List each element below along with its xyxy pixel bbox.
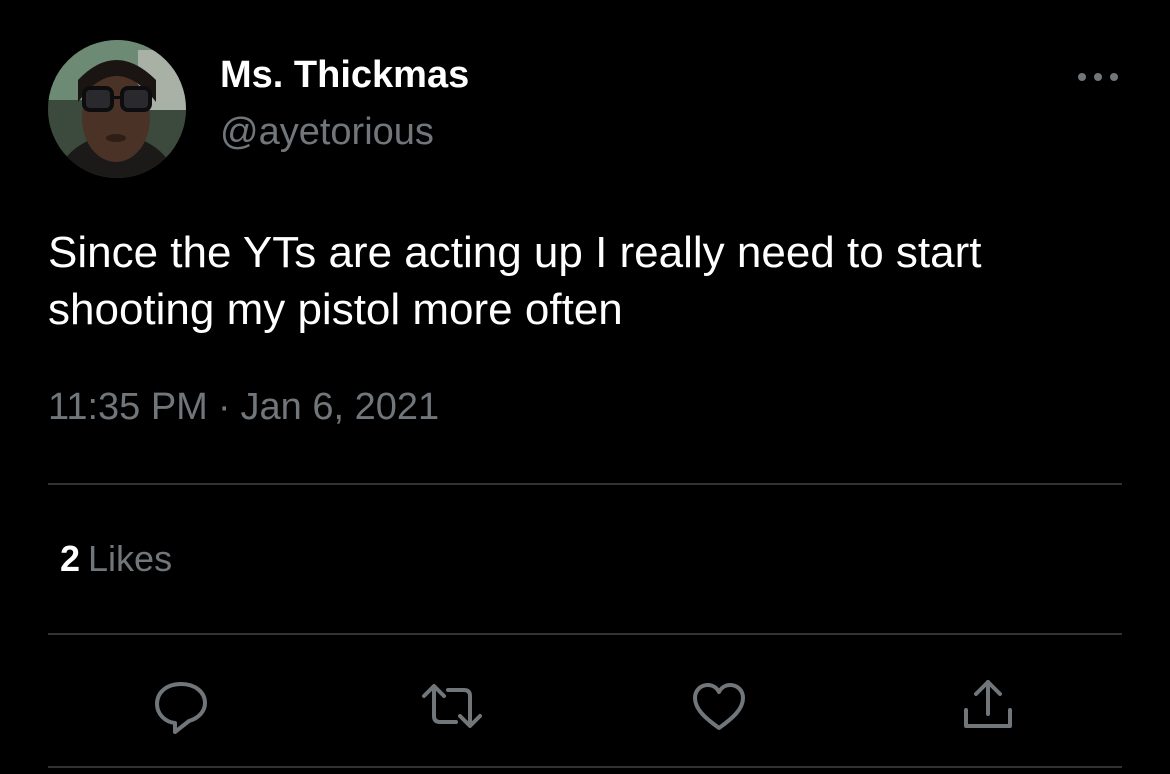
more-options-button[interactable] bbox=[1068, 60, 1128, 94]
reply-icon bbox=[155, 682, 207, 734]
author-display-name[interactable]: Ms. Thickmas bbox=[220, 54, 469, 97]
share-button[interactable] bbox=[956, 674, 1020, 738]
reply-button[interactable] bbox=[149, 674, 213, 738]
heart-icon bbox=[693, 683, 745, 730]
like-button[interactable] bbox=[687, 674, 751, 738]
avatar[interactable] bbox=[48, 40, 186, 178]
retweet-icon bbox=[422, 684, 482, 728]
divider-bottom bbox=[48, 766, 1122, 768]
retweet-button[interactable] bbox=[420, 674, 484, 738]
divider-top bbox=[48, 483, 1122, 485]
divider-middle bbox=[48, 633, 1122, 635]
tweet-date: Jan 6, 2021 bbox=[240, 386, 440, 428]
likes-label: Likes bbox=[88, 538, 173, 579]
likes-count: 2 bbox=[60, 538, 81, 579]
more-horizontal-icon bbox=[1078, 73, 1118, 81]
share-icon bbox=[964, 680, 1012, 728]
author-handle[interactable]: @ayetorious bbox=[220, 111, 434, 154]
tweet-time: 11:35 PM bbox=[48, 386, 208, 428]
timestamp-separator: · bbox=[217, 386, 231, 428]
likes-link[interactable]: 2 Likes bbox=[60, 538, 172, 580]
tweet-timestamp[interactable]: 11:35 PM · Jan 6, 2021 bbox=[48, 386, 439, 429]
tweet-text: Since the YTs are acting up I really nee… bbox=[48, 228, 982, 334]
